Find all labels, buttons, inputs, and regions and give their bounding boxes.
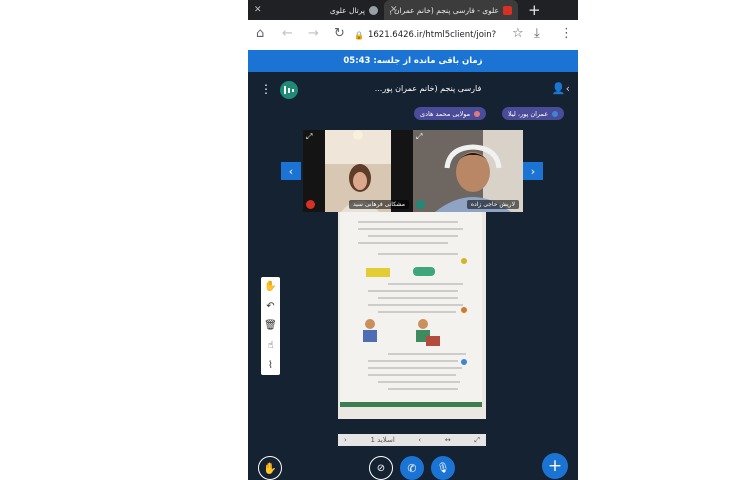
video-participant-name: لاریش حاجی زاده <box>466 200 519 209</box>
textbook-page-image <box>338 212 486 419</box>
whiteboard-toolbar: ✋ ↶ 🗑 ☝ ⌇ <box>261 277 280 375</box>
microphone-icon[interactable]: 🎙 <box>431 456 455 480</box>
reload-icon[interactable]: ↻ <box>334 26 345 41</box>
tab-title: پرتال علوی <box>329 5 365 15</box>
next-video-button[interactable]: › <box>523 162 543 180</box>
video-participant-name: مشکانی فرهانی سید <box>348 200 409 209</box>
slide-number[interactable]: اسلاید 1 <box>370 436 394 444</box>
close-tab-icon[interactable]: ✕ <box>254 5 262 15</box>
multi-user-icon[interactable]: ⌇ <box>261 355 280 375</box>
home-icon[interactable]: ⌂ <box>256 26 264 41</box>
raise-hand-icon[interactable]: ✋ <box>258 456 282 480</box>
address-bar-row: ⌂ ← → ↻ 🔒 1621.6426.ir/html5client/join?… <box>248 20 578 51</box>
fit-width-icon[interactable]: ↔ <box>445 436 451 444</box>
bar-chart-logo-icon <box>280 81 298 99</box>
undo-icon[interactable]: ↶ <box>261 297 280 317</box>
muted-mic-icon <box>306 200 315 209</box>
url-text: 1621.6426.ir/html5client/join? <box>367 30 497 40</box>
user-list-toggle-icon[interactable]: 👤‹ <box>552 82 570 95</box>
bookmark-star-icon[interactable]: ☆ <box>512 26 524 41</box>
url-field[interactable]: 🔒 1621.6426.ir/html5client/join? <box>354 25 504 45</box>
hand-icon[interactable]: ✋ <box>261 277 280 297</box>
tab-portal[interactable]: ✕ پرتال علوی <box>248 0 384 20</box>
talking-indicator[interactable]: مولایی محمد هادی <box>414 107 487 120</box>
more-menu-icon[interactable]: ⋮ <box>560 26 573 41</box>
fullscreen-icon[interactable]: ⤢ <box>474 436 480 445</box>
new-tab-button[interactable]: + <box>528 1 541 19</box>
delete-icon[interactable]: 🗑 <box>261 316 280 336</box>
room-header: ⋮ فارسی پنجم (خانم عمران پور... 👤‹ <box>248 78 578 104</box>
back-arrow-icon[interactable]: ← <box>282 26 293 41</box>
talking-mic-icon <box>416 200 425 209</box>
phone-icon[interactable]: ✆ <box>400 456 424 480</box>
site-favicon-icon <box>503 5 512 15</box>
forward-arrow-icon[interactable]: → <box>308 26 319 41</box>
talker-name: مولایی محمد هادی <box>420 109 471 118</box>
tab-title: علوی - فارسی پنجم (خانم عمران پو <box>390 5 499 15</box>
microphone-icon <box>474 110 481 117</box>
fullscreen-icon[interactable]: ⤢ <box>416 132 422 142</box>
session-timer-label: زمان باقی مانده از جلسه: 05:43 <box>343 56 483 66</box>
video-tile[interactable]: ⤢ لاریش حاجی زاده <box>413 130 523 212</box>
plus-icon[interactable]: + <box>542 453 568 479</box>
lock-icon: 🔒 <box>354 30 364 40</box>
previous-video-button[interactable]: ‹ <box>281 162 301 180</box>
download-icon[interactable]: ⤓ <box>534 26 540 41</box>
slide-controls: ⤢ ↔ › اسلاید 1 ‹ <box>338 434 486 446</box>
talker-name: عمران پور، لیلا <box>508 109 549 118</box>
presentation-slide[interactable] <box>338 212 486 419</box>
session-timer-bar: زمان باقی مانده از جلسه: 05:43 <box>248 50 578 72</box>
video-tile[interactable]: ⤢ مشکانی فرهانی سید <box>303 130 413 212</box>
next-slide-icon[interactable]: › <box>418 436 421 444</box>
talking-indicator[interactable]: عمران پور، لیلا <box>502 107 565 120</box>
globe-icon <box>369 5 378 15</box>
room-title: فارسی پنجم (خانم عمران پور... <box>374 84 482 93</box>
pointer-icon[interactable]: ☝ <box>261 336 280 356</box>
options-menu-icon[interactable]: ⋮ <box>260 82 272 96</box>
close-tab-icon[interactable]: ✕ <box>390 5 398 15</box>
fullscreen-icon[interactable]: ⤢ <box>306 132 312 142</box>
camera-off-icon[interactable]: ⊘ <box>369 456 393 480</box>
tab-class[interactable]: ✕ علوی - فارسی پنجم (خانم عمران پو <box>384 0 518 20</box>
browser-tab-strip: ✕ پرتال علوی ✕ علوی - فارسی پنجم (خانم ع… <box>248 0 578 20</box>
mobile-screen: ✕ پرتال علوی ✕ علوی - فارسی پنجم (خانم ع… <box>248 0 578 480</box>
microphone-icon <box>552 110 559 117</box>
previous-slide-icon[interactable]: ‹ <box>344 436 347 444</box>
